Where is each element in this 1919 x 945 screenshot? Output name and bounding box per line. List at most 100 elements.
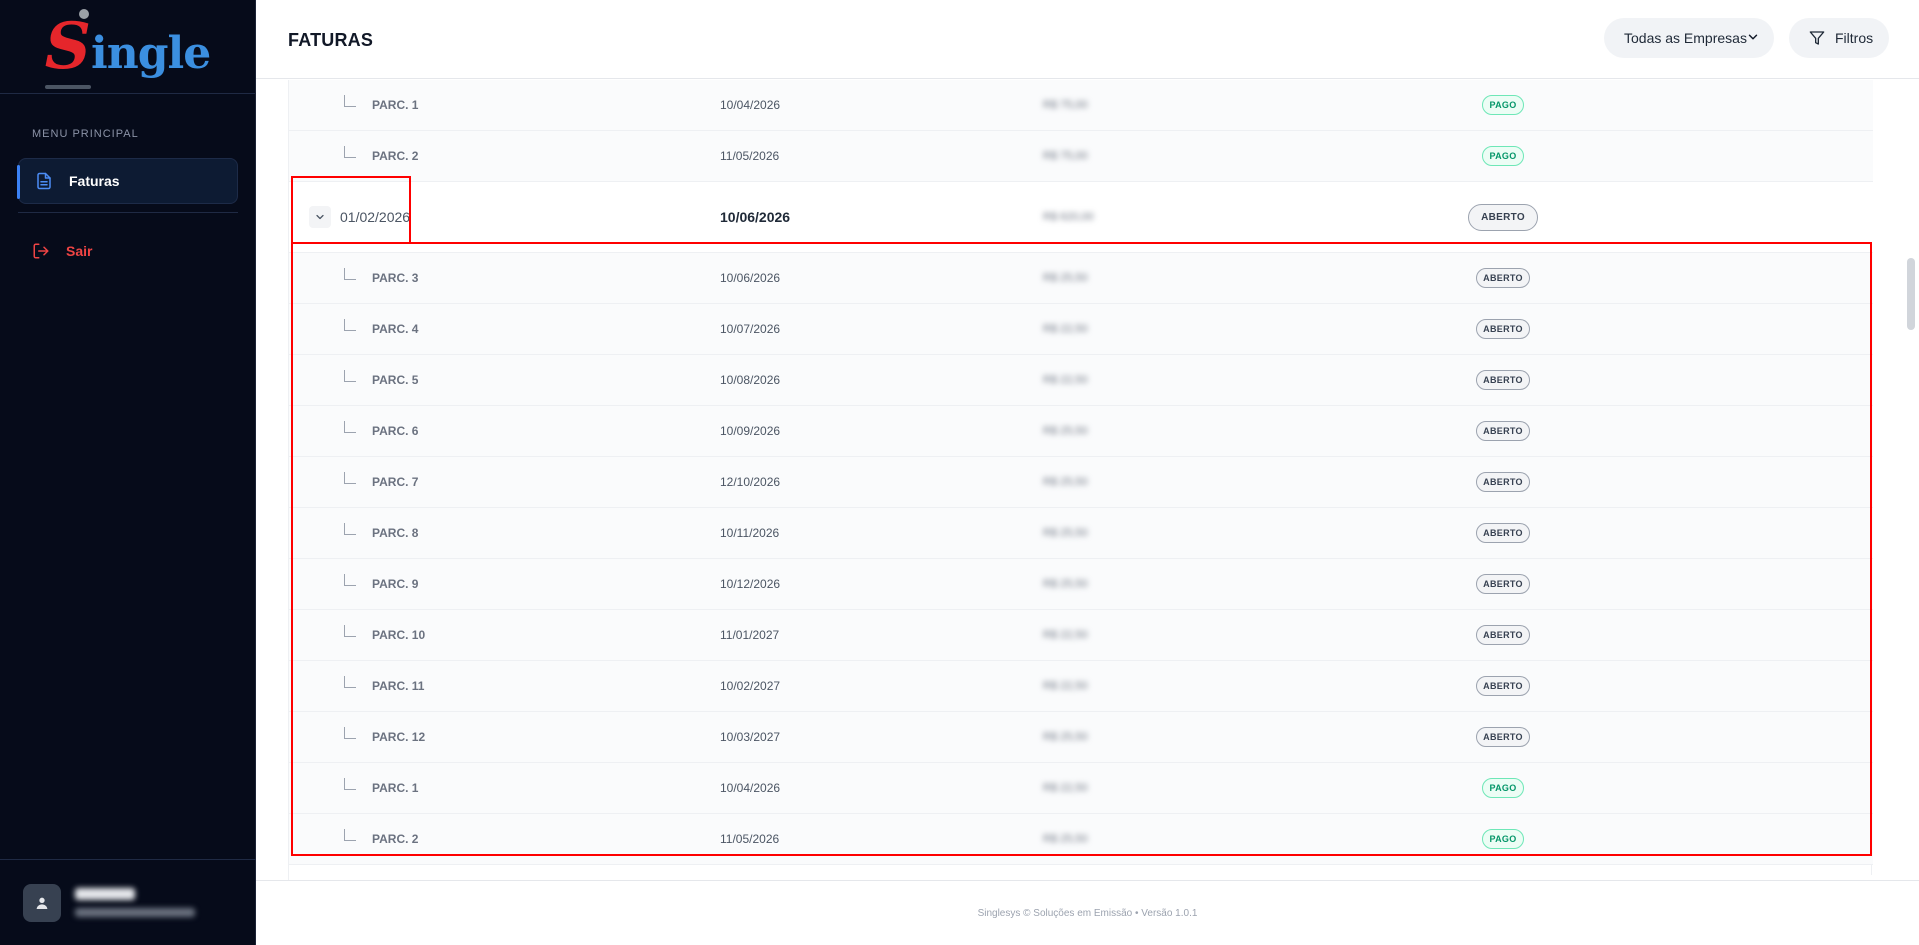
- amount-blurred: R$ 75,00: [1043, 150, 1088, 162]
- due-date: 11/01/2027: [720, 628, 780, 642]
- due-date: 10/04/2026: [720, 98, 781, 112]
- logo-dot: [78, 8, 89, 19]
- installment-label: PARC. 9: [372, 577, 419, 591]
- installment-label: PARC. 2: [372, 832, 419, 846]
- status-badge: ABERTO: [1476, 574, 1530, 594]
- table-row[interactable]: PARC. 4 10/07/2026 R$ 22,50 ABERTO: [289, 304, 1873, 355]
- logout-icon: [32, 242, 50, 260]
- tree-branch-icon: [344, 523, 356, 535]
- nav-divider: [18, 212, 238, 213]
- table-row[interactable]: PARC. 8 10/11/2026 R$ 25,50 ABERTO: [289, 508, 1873, 559]
- due-date: 10/06/2026: [720, 271, 781, 285]
- user-email-blurred: [75, 908, 195, 917]
- menu-section-label: MENU PRINCIPAL: [32, 128, 139, 140]
- logo-text: ingle: [91, 27, 211, 79]
- document-icon: [35, 172, 53, 190]
- installment-label: PARC. 12: [372, 730, 426, 744]
- invoice-group-row[interactable]: 01/02/2026 10/06/2026 R$ 620,00 ABERTO: [289, 182, 1873, 253]
- sidebar-item-label: Faturas: [69, 173, 120, 189]
- amount-blurred: R$ 25,50: [1043, 527, 1088, 539]
- installment-label: PARC. 2: [372, 149, 419, 163]
- filter-icon: [1809, 30, 1825, 46]
- installment-label: PARC. 5: [372, 373, 419, 387]
- due-date: 10/07/2026: [720, 322, 781, 336]
- tree-branch-icon: [344, 421, 356, 433]
- table-row[interactable]: PARC. 6 10/09/2026 R$ 25,50 ABERTO: [289, 406, 1873, 457]
- tree-branch-icon: [344, 319, 356, 331]
- table-row[interactable]: PARC. 3 10/06/2026 R$ 25,50 ABERTO: [289, 253, 1873, 304]
- table-row[interactable]: PARC. 10 11/01/2027 R$ 22,50 ABERTO: [289, 610, 1873, 661]
- sidebar: Single MENU PRINCIPAL Faturas Sair: [0, 0, 256, 945]
- amount-blurred: R$ 25,50: [1043, 425, 1088, 437]
- tree-branch-icon: [344, 676, 356, 688]
- table-row[interactable]: PARC. 12 10/03/2027 R$ 25,50 ABERTO: [289, 712, 1873, 763]
- tree-branch-icon: [344, 727, 356, 739]
- amount-blurred: R$ 22,50: [1043, 782, 1088, 794]
- tree-branch-icon: [344, 268, 356, 280]
- status-badge: PAGO: [1482, 146, 1524, 166]
- amount-blurred: R$ 22,50: [1043, 680, 1088, 692]
- table-row[interactable]: PARC. 9 10/12/2026 R$ 25,50 ABERTO: [289, 559, 1873, 610]
- due-date: 10/03/2027: [720, 730, 781, 744]
- status-badge: ABERTO: [1476, 523, 1530, 543]
- filter-label: Filtros: [1835, 30, 1874, 46]
- top-header: FATURAS Todas as Empresas Filtros: [256, 0, 1919, 79]
- due-date: 11/05/2026: [720, 832, 780, 846]
- due-date: 11/05/2026: [720, 149, 780, 163]
- company-select-value: Todas as Empresas: [1624, 30, 1747, 46]
- filter-button[interactable]: Filtros: [1789, 18, 1889, 58]
- due-date: 10/04/2026: [720, 781, 781, 795]
- status-badge: ABERTO: [1476, 625, 1530, 645]
- logo-underline: [44, 84, 91, 89]
- status-badge: PAGO: [1482, 95, 1524, 115]
- invoice-table: PARC. 1 10/04/2026 R$ 75,00 PAGO PARC. 2…: [288, 80, 1873, 880]
- table-row[interactable]: PARC. 1 10/04/2026 R$ 22,50 PAGO: [289, 763, 1873, 814]
- tree-branch-icon: [344, 472, 356, 484]
- reference-date: 01/02/2026: [340, 209, 411, 225]
- status-badge: ABERTO: [1476, 370, 1530, 390]
- tree-branch-icon: [344, 829, 356, 841]
- table-row[interactable]: PARC. 7 12/10/2026 R$ 25,50 ABERTO: [289, 457, 1873, 508]
- amount-blurred: R$ 22,50: [1043, 629, 1088, 641]
- amount-blurred: R$ 25,50: [1043, 731, 1088, 743]
- table-row[interactable]: PARC. 1 10/04/2026 R$ 75,00 PAGO: [289, 80, 1873, 131]
- installment-label: PARC. 1: [372, 781, 419, 795]
- table-row[interactable]: PARC. 5 10/08/2026 R$ 22,50 ABERTO: [289, 355, 1873, 406]
- due-date: 10/09/2026: [720, 424, 781, 438]
- avatar: [23, 883, 61, 922]
- table-row[interactable]: PARC. 2 11/05/2026 R$ 75,00 PAGO: [289, 131, 1873, 182]
- user-info-blurred: [75, 888, 195, 917]
- page-title: FATURAS: [288, 30, 374, 50]
- status-badge: ABERTO: [1476, 727, 1530, 747]
- amount-blurred: R$ 25,50: [1043, 272, 1088, 284]
- expand-toggle[interactable]: [309, 206, 331, 228]
- amount-blurred: R$ 25,50: [1043, 578, 1088, 590]
- amount-blurred: R$ 22,50: [1043, 374, 1088, 386]
- app-logo[interactable]: Single: [44, 8, 211, 89]
- amount-blurred: R$ 25,50: [1043, 833, 1088, 845]
- company-select[interactable]: Todas as Empresas: [1604, 18, 1774, 58]
- invoice-content: PARC. 1 10/04/2026 R$ 75,00 PAGO PARC. 2…: [256, 80, 1919, 880]
- tree-branch-icon: [344, 95, 356, 107]
- status-badge: ABERTO: [1476, 319, 1530, 339]
- sidebar-item-sair[interactable]: Sair: [18, 232, 238, 270]
- chevron-down-icon: [1748, 34, 1758, 40]
- footer: Singlesys © Soluções em Emissão • Versão…: [256, 880, 1919, 945]
- user-name-blurred: [75, 888, 135, 900]
- amount-blurred: R$ 22,50: [1043, 323, 1088, 335]
- table-row[interactable]: PARC. 11 10/02/2027 R$ 22,50 ABERTO: [289, 661, 1873, 712]
- installment-label: PARC. 11: [372, 679, 425, 693]
- status-badge: ABERTO: [1476, 676, 1530, 696]
- logo-area: Single: [0, 0, 255, 94]
- sidebar-item-faturas[interactable]: Faturas: [17, 158, 238, 204]
- logo-letter: S: [44, 8, 92, 84]
- status-badge: ABERTO: [1468, 203, 1538, 231]
- due-date: 10/11/2026: [720, 526, 780, 540]
- scrollbar-thumb[interactable]: [1907, 258, 1915, 330]
- tree-branch-icon: [344, 778, 356, 790]
- table-row[interactable]: PARC. 2 11/05/2026 R$ 25,50 PAGO: [289, 814, 1873, 865]
- tree-branch-icon: [344, 370, 356, 382]
- user-profile[interactable]: [0, 859, 256, 945]
- installment-label: PARC. 1: [372, 98, 419, 112]
- amount-blurred: R$ 620,00: [1043, 211, 1094, 223]
